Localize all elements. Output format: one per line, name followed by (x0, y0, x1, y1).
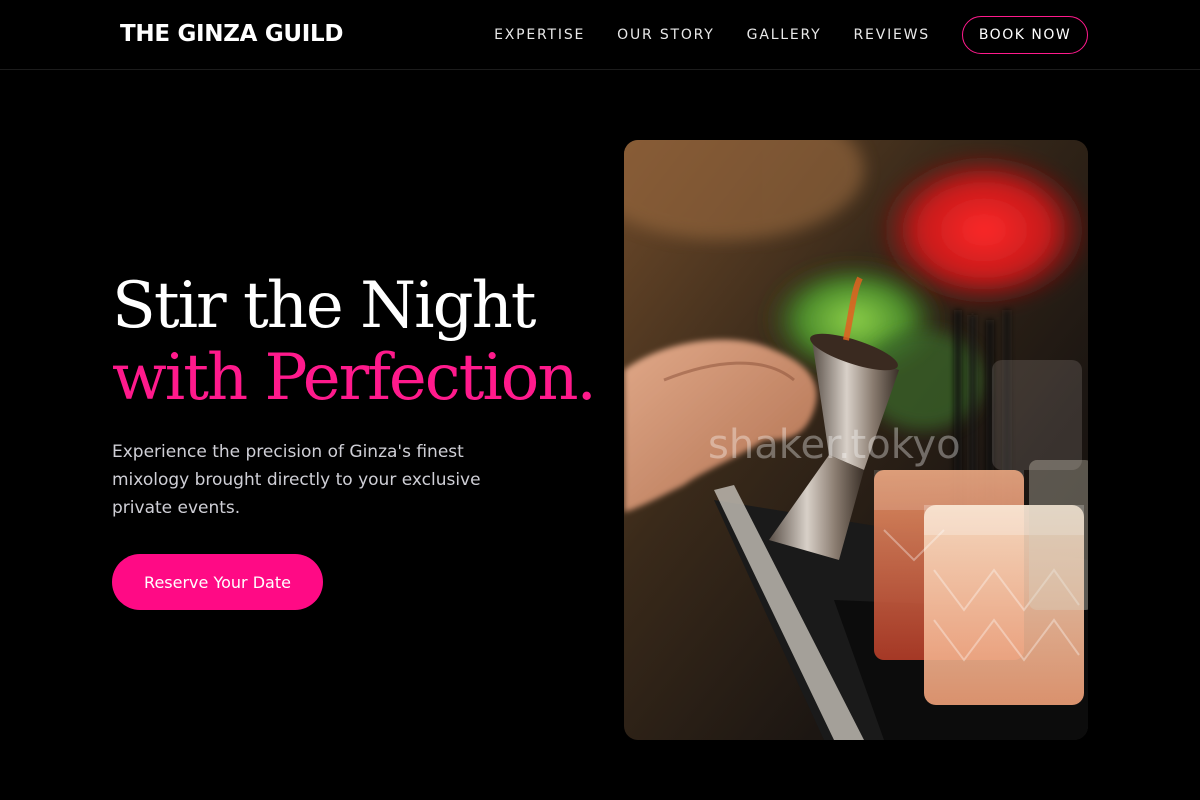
nav-gallery[interactable]: GALLERY (747, 25, 822, 45)
nav-reviews[interactable]: REVIEWS (854, 25, 930, 45)
site-logo[interactable]: THE GINZA GUILD (120, 20, 343, 48)
hero-description: Experience the precision of Ginza's fine… (112, 442, 481, 518)
main-nav: EXPERTISE OUR STORY GALLERY REVIEWS BOOK… (494, 0, 1088, 70)
nav-expertise[interactable]: EXPERTISE (494, 25, 585, 45)
hero-title: Stir the Night with Perfection. (112, 270, 612, 414)
photo-watermark: shaker.tokyo (708, 422, 961, 468)
hero-title-line2: with Perfection. (112, 341, 597, 415)
hero-title-line1: Stir the Night (112, 269, 537, 343)
hero-photo-bartender: shaker.tokyo (624, 140, 1088, 740)
nav-our-story[interactable]: OUR STORY (617, 25, 715, 45)
reserve-date-button[interactable]: Reserve Your Date (112, 554, 323, 610)
site-header: THE GINZA GUILD EXPERTISE OUR STORY GALL… (0, 0, 1200, 70)
book-now-button[interactable]: BOOK NOW (962, 16, 1088, 54)
